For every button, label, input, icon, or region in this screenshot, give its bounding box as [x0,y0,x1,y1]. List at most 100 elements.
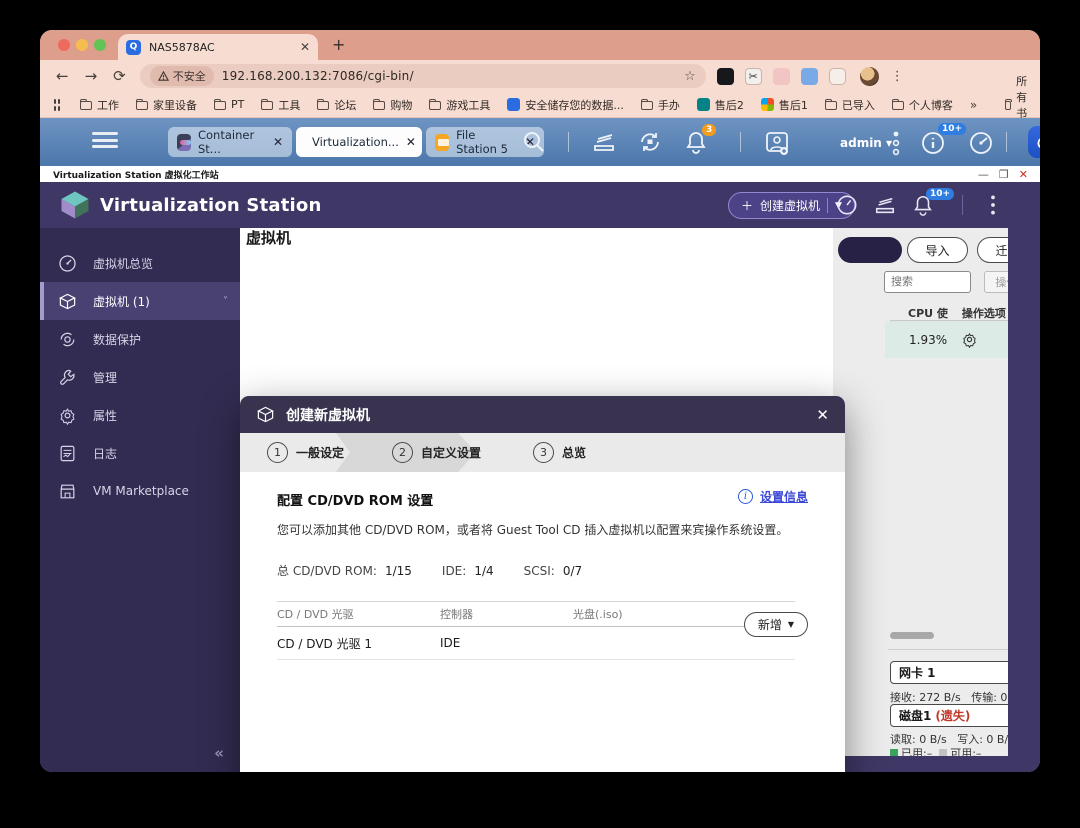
col-drive: CD / DVD 光驱 [277,608,354,621]
user-icon[interactable] [764,130,790,156]
settings-info-link[interactable]: i 设置信息 [737,488,808,505]
tasks-stack-icon[interactable] [874,194,896,216]
divider [827,198,829,213]
step-summary: 3 总览 [533,442,586,463]
browser-tab[interactable]: Q NAS5878AC ✕ [118,34,318,60]
main-menu-icon[interactable] [92,132,118,152]
sidebar-item-data-protection[interactable]: 数据保护 [40,320,240,358]
disk-selector-dropdown[interactable]: 磁盘1(遗失) ▼ [890,704,1008,727]
performance-gauge-icon[interactable] [836,194,858,216]
bookmark-folder[interactable]: 手办 [640,97,680,113]
apps-grid-icon[interactable] [54,98,60,111]
resource-monitor-icon[interactable] [968,130,994,156]
bookmark-folder[interactable]: 游戏工具 [429,97,490,113]
reload-icon[interactable]: ⟳ [113,67,126,85]
dialog-close-icon[interactable]: ✕ [816,406,829,424]
sidebar-item-vm-overview[interactable]: 虚拟机总览 [40,244,240,282]
more-options-dots-icon[interactable] [886,130,906,156]
bookmark-link[interactable]: 安全储存您的数据... [507,97,624,113]
vm-row-highlight[interactable]: 1.93% [885,321,1008,358]
bookmark-link[interactable]: 售后1 [760,97,808,113]
search-input[interactable] [884,271,971,293]
qnap-tab-container-station[interactable]: Container St... ✕ [168,127,292,157]
sidebar-item-management[interactable]: 管理 [40,358,240,396]
container-station-icon [177,133,191,151]
sidebar-item-vm-list[interactable]: 虚拟机 (1) ˅ [40,282,240,320]
migrate-button[interactable]: 迁移 [977,237,1008,263]
column-actions[interactable]: 操作选项 [962,305,1006,321]
bookmark-folder[interactable]: 论坛 [317,97,356,113]
table-row[interactable]: CD / DVD 光驱 1 IDE [277,627,795,660]
background-tasks-icon[interactable] [592,130,616,154]
add-drive-button[interactable]: 新增 ▼ [744,612,808,637]
action-dropdown[interactable]: 操作▼ [984,271,1008,293]
bookmark-folder[interactable]: 个人博客 [891,97,953,113]
create-vm-dialog: 创建新虚拟机 ✕ 1 一般设定 2 自定义设置 3 总览 配置 CD/DVD R… [240,396,845,772]
bookmark-folder[interactable]: 购物 [373,97,412,113]
folder-icon [1005,98,1012,110]
forward-icon[interactable]: → [85,67,98,85]
section-description: 您可以添加其他 CD/DVD ROM，或者将 Guest Tool CD 插入虚… [277,523,789,537]
tab-close-icon[interactable]: ✕ [300,40,310,54]
minimize-icon[interactable]: — [978,168,989,181]
qnap-tab-virtualization-station[interactable]: Virtualization... ✕ [296,127,422,157]
url-bar[interactable]: 不安全 192.168.200.132:7086/cgi-bin/ ☆ [139,64,706,88]
free-legend-swatch [939,749,948,756]
traffic-light-maximize[interactable] [94,39,106,51]
bookmark-folder[interactable]: 工作 [79,97,119,113]
extension-scissors-icon[interactable]: ✂ [744,67,762,85]
bookmark-folder[interactable]: PT [213,98,244,111]
back-icon[interactable]: ← [56,67,69,85]
bookmark-star-icon[interactable]: ☆ [684,69,696,84]
bookmark-folder[interactable]: 工具 [261,97,300,113]
folder-icon [640,98,653,110]
create-button-partial[interactable] [838,237,902,263]
new-tab-button[interactable]: + [332,35,345,54]
extension-pink-icon[interactable] [772,67,790,85]
folder-icon [891,98,904,110]
myqnapcloud-button[interactable] [1028,126,1040,158]
sidebar-item-logs[interactable]: 日志 [40,434,240,472]
sidebar-item-properties[interactable]: 属性 [40,396,240,434]
gauge-icon [59,254,76,272]
column-cpu-usage[interactable]: CPU 使 [908,305,948,321]
folder-icon [373,98,386,110]
bookmark-link[interactable]: 售后2 [696,97,744,113]
close-icon[interactable]: ✕ [1019,168,1028,181]
bookmark-folder[interactable]: 家里设备 [135,97,197,113]
folder-icon [317,98,330,110]
extensions-puzzle-icon[interactable] [828,67,846,85]
disk-missing-status: (遗失) [935,709,971,723]
extension-blue-icon[interactable] [800,67,818,85]
app-logo-cube-icon [61,191,89,219]
bookmark-folder[interactable]: 已导入 [824,97,875,113]
app-menu-dots-icon[interactable] [984,194,1002,216]
nic-selector-dropdown[interactable]: 网卡 1▼ [890,661,1008,684]
close-icon[interactable]: ✕ [273,135,283,149]
browser-profile-avatar[interactable] [859,66,879,86]
app-header: Virtualization Station ＋ 创建虚拟机 ▼ 10+ [40,182,1040,228]
chevron-down-icon[interactable]: ˅ [223,296,228,307]
close-icon[interactable]: ✕ [406,135,416,149]
search-icon[interactable] [522,130,546,154]
cd-dvd-table: CD / DVD 光驱 控制器 光盘(.iso) CD / DVD 光驱 1 I… [277,601,795,660]
traffic-light-minimize[interactable] [76,39,88,51]
user-name[interactable]: admin ▾ [840,136,892,150]
restore-icon[interactable]: ❐ [999,168,1009,181]
traffic-light-close[interactable] [58,39,70,51]
sync-lock-icon[interactable] [638,130,662,154]
import-button[interactable]: 导入 [907,237,968,263]
extension-goggles-icon[interactable] [716,67,734,85]
cloud-icon [1037,138,1040,148]
horizontal-scrollbar[interactable] [890,632,934,639]
row-settings-gear-icon[interactable] [961,331,978,348]
col-controller: 控制器 [440,608,473,621]
collapse-sidebar-icon[interactable]: « [214,744,224,762]
virtualization-station-app: Virtualization Station ＋ 创建虚拟机 ▼ 10+ 虚拟机… [40,182,1040,772]
folder-icon [213,98,226,110]
bookmarks-overflow-icon[interactable]: » [970,98,977,112]
browser-menu-icon[interactable]: ⋮ [891,69,904,84]
sidebar-item-vm-marketplace[interactable]: VM Marketplace [40,472,240,510]
security-chip[interactable]: 不安全 [149,66,214,86]
cpu-usage-value: 1.93% [909,332,948,347]
